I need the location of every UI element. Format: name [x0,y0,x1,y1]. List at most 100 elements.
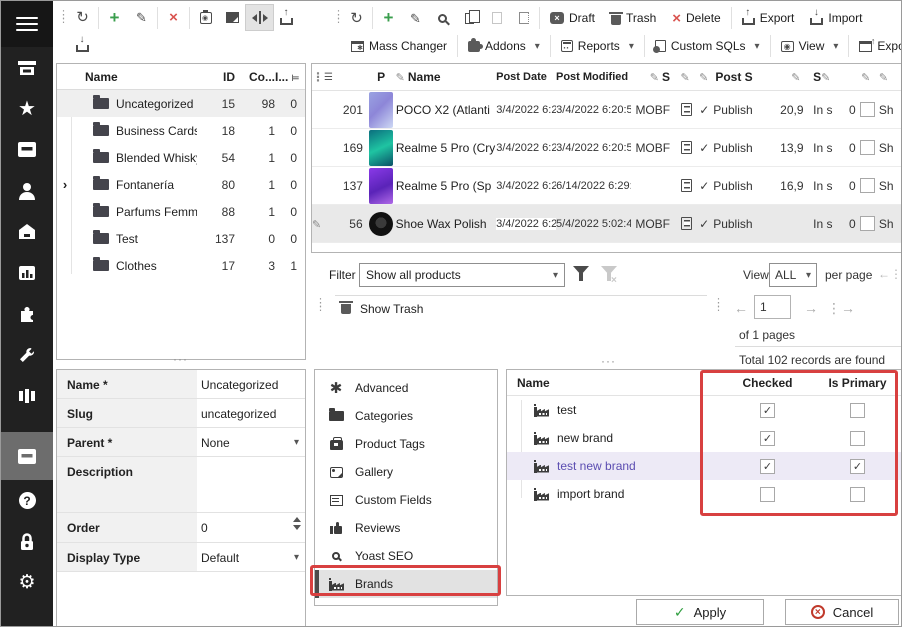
col-sku-header[interactable]: ✎S [631,70,674,84]
paste-special-button[interactable] [510,6,537,31]
brand-row[interactable]: import brand [507,480,901,508]
col-name-header[interactable]: ✎Name [396,70,496,84]
refresh-button[interactable]: ↻ [343,6,370,31]
sort-filter-icon[interactable]: ☰ [324,72,343,83]
add-button[interactable]: + [375,6,402,31]
checked-checkbox[interactable]: ✓ [760,459,775,474]
tab-yoast-seo[interactable]: Yoast SEO [315,542,497,570]
image-adjust-button[interactable] [219,5,246,30]
col-checked-header[interactable]: Checked [735,376,800,390]
copy-button[interactable] [456,6,483,31]
checked-checkbox[interactable]: ✓ [760,431,775,446]
display-type-dropdown[interactable]: Default▾ [197,543,305,571]
order-stepper[interactable]: 0 [197,513,305,542]
checked-checkbox[interactable] [760,487,775,502]
apply-button[interactable]: Apply [636,599,764,625]
export-grid-menu[interactable]: Export Grid [851,33,902,59]
sidebar-item-help[interactable]: ? [1,480,53,521]
filter-dropdown[interactable]: Show all products ▾ [359,263,565,287]
add-button[interactable]: + [101,5,128,30]
col-name-header[interactable]: Name [85,70,197,84]
pager-drag-handle[interactable]: ⋮⋮ [713,301,724,309]
col-id-header[interactable]: ID [197,70,235,84]
col-post-status-header[interactable]: ✎Post S [699,70,770,84]
category-row[interactable]: Blended Whisky 54 1 0 [57,144,305,171]
category-row[interactable]: Test 137 0 0 [57,225,305,252]
brand-row[interactable]: test ✓ [507,396,901,424]
draft-button[interactable]: ×Draft [542,5,603,31]
sidebar-item-orders[interactable] [1,129,53,170]
export-button[interactable]: Export [734,5,803,31]
col-extra-header[interactable]: I...⊨ [275,70,305,84]
download-button[interactable] [69,32,96,57]
col-check-header[interactable]: ✎ [856,71,879,84]
description-field[interactable] [197,457,305,512]
tab-advanced[interactable]: ✱Advanced [315,374,497,402]
sidebar-item-products[interactable] [1,432,53,480]
parent-dropdown[interactable]: None▾ [197,428,305,456]
reports-menu[interactable]: Reports [553,33,642,59]
upload-button[interactable] [273,5,300,30]
mass-changer-button[interactable]: Mass Changer [343,33,455,59]
split-view-button[interactable] [246,5,273,30]
category-row[interactable]: Parfums Femme 88 1 0 [57,198,305,225]
sidebar-item-reports[interactable] [1,252,53,293]
search-button[interactable] [429,6,456,31]
product-checkbox[interactable] [860,178,875,193]
sidebar-item-shop[interactable] [1,211,53,252]
cancel-button[interactable]: Cancel [785,599,899,625]
sidebar-item-layout[interactable] [1,375,53,416]
sidebar-item-favorites[interactable]: ★ [1,88,53,129]
product-row-selected[interactable]: ✎ 56 Shoe Wax Polish 3/4/2022 6:20:5 5/4… [312,205,902,243]
collapse-icon[interactable]: ←⋮ [878,267,902,281]
next-page-arrow[interactable]: → [804,300,818,316]
refresh-button[interactable]: ↻ [69,5,96,30]
is-primary-checkbox[interactable] [850,431,865,446]
show-trash-button[interactable]: Show Trash [341,302,423,316]
category-row[interactable]: Clothes 17 3 1 [57,252,305,279]
preview-button[interactable] [192,5,219,30]
col-picture-header[interactable]: P [367,70,396,84]
col-content-header[interactable]: ✎ [674,71,699,84]
is-primary-checkbox[interactable] [850,403,865,418]
toolbar-drag-handle[interactable]: ⋮⋮ [58,13,62,21]
col-sh-header[interactable]: ✎ [879,70,902,84]
tab-reviews[interactable]: Reviews [315,514,497,542]
panel-resize-handle[interactable]: ··· [173,357,188,361]
grid-drag-handle[interactable]: ⋮ [312,70,324,84]
col-stock-header[interactable]: S✎ [813,70,842,84]
delete-button[interactable]: ×Delete [664,5,728,31]
col-count-header[interactable]: Co... [235,70,275,84]
tab-gallery[interactable]: Gallery [315,458,497,486]
product-row[interactable]: 201 POCO X2 (Atlanti 3/4/2022 6:20:5 3/4… [312,91,902,129]
expander-icon[interactable]: › [57,177,71,192]
sidebar-item-customers[interactable] [1,170,53,211]
last-page-arrow[interactable]: ⋮→ [827,300,855,317]
category-row[interactable]: Uncategorized 15 98 0 [57,90,305,117]
product-checkbox[interactable] [860,216,875,231]
slug-field[interactable]: uncategorized [197,399,305,427]
name-field[interactable]: Uncategorized [197,370,305,398]
category-row[interactable]: › Fontanería 80 1 0 [57,171,305,198]
sidebar-item-license[interactable] [1,521,53,562]
is-primary-checkbox[interactable]: ✓ [850,459,865,474]
apply-filter-icon[interactable] [573,266,589,275]
drag-handle[interactable]: ⋮⋮ [315,301,319,309]
per-page-dropdown[interactable]: ALL ▾ [769,263,817,287]
product-row[interactable]: 137 Realme 5 Pro (Sp 3/4/2022 6:20:5 6/1… [312,167,902,205]
tab-brands[interactable]: Brands [315,570,497,598]
edit-button[interactable]: ✎ [402,6,429,31]
sidebar-item-settings[interactable]: ⚙ [1,562,53,603]
col-post-date-header[interactable]: Post Date [496,71,556,83]
trash-button[interactable]: Trash [603,5,664,31]
brand-row-selected[interactable]: test new brand ✓ ✓ [507,452,901,480]
prev-page-arrow[interactable]: ← [734,300,748,316]
menu-button[interactable] [1,1,53,47]
product-checkbox[interactable] [860,102,875,117]
page-number-input[interactable] [754,295,791,319]
product-row[interactable]: 169 Realme 5 Pro (Cry 3/4/2022 6:20:5 3/… [312,129,902,167]
sidebar-item-tools[interactable] [1,334,53,375]
sidebar-item-addons[interactable] [1,293,53,334]
brand-row[interactable]: new brand ✓ [507,424,901,452]
col-price-header[interactable]: ✎ [771,70,804,84]
